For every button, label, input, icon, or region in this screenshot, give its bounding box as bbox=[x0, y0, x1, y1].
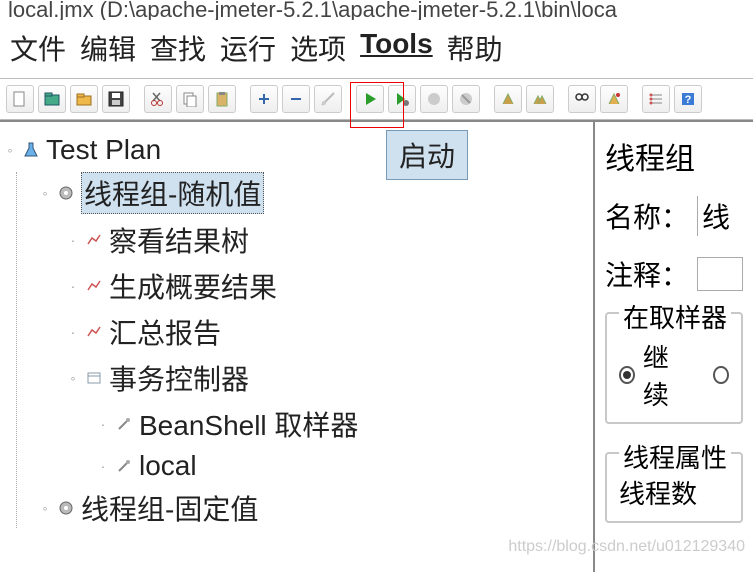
toolbar: ? bbox=[0, 78, 753, 120]
tree-leaf-icon: · bbox=[67, 278, 79, 294]
start-tooltip: 启动 bbox=[386, 130, 468, 180]
search-button[interactable] bbox=[568, 85, 596, 113]
radio-icon bbox=[713, 366, 729, 384]
tree-label: local bbox=[139, 450, 197, 482]
copy-button[interactable] bbox=[176, 85, 204, 113]
name-label: 名称： bbox=[605, 196, 689, 236]
tree-label: 事务控制器 bbox=[109, 358, 249, 398]
tree-pane: ◦ Test Plan ◦ 线程组-随机值 · 察看结果树 · 生成概要结果 · bbox=[0, 122, 595, 572]
expand-button[interactable] bbox=[250, 85, 278, 113]
start-no-pause-button[interactable] bbox=[388, 85, 416, 113]
tree-label: BeanShell 取样器 bbox=[139, 404, 358, 444]
save-button[interactable] bbox=[102, 85, 130, 113]
watermark: https://blog.csdn.net/u012129340 bbox=[508, 538, 745, 556]
tree-leaf-icon: · bbox=[67, 232, 79, 248]
stop-button[interactable] bbox=[420, 85, 448, 113]
menu-tools[interactable]: Tools bbox=[360, 28, 433, 68]
comment-input[interactable] bbox=[697, 257, 743, 291]
tree-toggle-icon[interactable]: ◦ bbox=[39, 185, 51, 201]
menu-bar: 文件 编辑 查找 运行 选项 Tools 帮助 bbox=[0, 20, 753, 78]
radio-icon bbox=[619, 366, 635, 384]
menu-file[interactable]: 文件 bbox=[10, 28, 66, 68]
thread-props-group: 线程属性 线程数 bbox=[605, 452, 743, 523]
new-file-button[interactable] bbox=[6, 85, 34, 113]
tree-label: 生成概要结果 bbox=[109, 266, 277, 306]
shutdown-button[interactable] bbox=[452, 85, 480, 113]
tree-node-thread-group-fixed[interactable]: ◦ 线程组-固定值 bbox=[39, 488, 589, 528]
tree-toggle-icon[interactable]: ◦ bbox=[67, 370, 79, 386]
menu-run[interactable]: 运行 bbox=[220, 28, 276, 68]
tree-node-aggregate-report[interactable]: · 汇总报告 bbox=[67, 312, 589, 352]
flask-icon bbox=[20, 139, 42, 161]
menu-edit[interactable]: 编辑 bbox=[80, 28, 136, 68]
tree-label: Test Plan bbox=[46, 134, 161, 166]
tree-node-local-sampler[interactable]: · local bbox=[97, 450, 589, 482]
tree-label: 汇总报告 bbox=[109, 312, 221, 352]
collapse-button[interactable] bbox=[282, 85, 310, 113]
tree-node-test-plan[interactable]: ◦ Test Plan bbox=[4, 134, 589, 166]
content-area: ◦ Test Plan ◦ 线程组-随机值 · 察看结果树 · 生成概要结果 · bbox=[0, 120, 753, 572]
comment-row: 注释： bbox=[605, 254, 743, 294]
controller-icon bbox=[83, 367, 105, 389]
tree-node-transaction-controller[interactable]: ◦ 事务控制器 bbox=[67, 358, 589, 398]
menu-search[interactable]: 查找 bbox=[150, 28, 206, 68]
sampler-error-group-label: 在取样器 bbox=[619, 298, 731, 335]
gear-icon bbox=[55, 497, 77, 519]
start-button[interactable] bbox=[356, 85, 384, 113]
thread-props-group-label: 线程属性 bbox=[619, 438, 731, 475]
clear-button[interactable] bbox=[494, 85, 522, 113]
tree-node-summary-report[interactable]: · 生成概要结果 bbox=[67, 266, 589, 306]
sampler-icon bbox=[113, 455, 135, 477]
name-value[interactable]: 线 bbox=[697, 196, 730, 236]
tree-toggle-icon[interactable]: ◦ bbox=[4, 142, 16, 158]
open-button[interactable] bbox=[70, 85, 98, 113]
properties-pane: 线程组 名称： 线 注释： 在取样器 继续 线程属性 线程数 bbox=[595, 122, 753, 572]
panel-heading: 线程组 bbox=[605, 134, 743, 178]
paste-button[interactable] bbox=[208, 85, 236, 113]
menu-options[interactable]: 选项 bbox=[290, 28, 346, 68]
tree-leaf-icon: · bbox=[97, 458, 109, 474]
tree-node-thread-group-random[interactable]: ◦ 线程组-随机值 bbox=[39, 172, 589, 214]
tree-node-view-results[interactable]: · 察看结果树 bbox=[67, 220, 589, 260]
open-templates-button[interactable] bbox=[38, 85, 66, 113]
chart-icon bbox=[83, 275, 105, 297]
continue-label: 继续 bbox=[643, 338, 687, 412]
svg-text:?: ? bbox=[685, 94, 692, 106]
tree-node-beanshell-sampler[interactable]: · BeanShell 取样器 bbox=[97, 404, 589, 444]
tree-label: 线程组-随机值 bbox=[81, 172, 264, 214]
toggle-button[interactable] bbox=[314, 85, 342, 113]
name-row: 名称： 线 bbox=[605, 196, 743, 236]
tree-toggle-icon[interactable]: ◦ bbox=[39, 500, 51, 516]
continue-option[interactable]: 继续 bbox=[619, 338, 729, 412]
comment-label: 注释： bbox=[605, 254, 689, 294]
help-button[interactable]: ? bbox=[674, 85, 702, 113]
tree-leaf-icon: · bbox=[67, 324, 79, 340]
thread-count-label: 线程数 bbox=[619, 474, 729, 511]
function-helper-button[interactable] bbox=[642, 85, 670, 113]
tree-leaf-icon: · bbox=[97, 416, 109, 432]
cut-button[interactable] bbox=[144, 85, 172, 113]
chart-icon bbox=[83, 321, 105, 343]
tree-label: 察看结果树 bbox=[109, 220, 249, 260]
reset-search-button[interactable] bbox=[600, 85, 628, 113]
sampler-error-group: 在取样器 继续 bbox=[605, 312, 743, 424]
window-title: local.jmx (D:\apache-jmeter-5.2.1\apache… bbox=[0, 0, 753, 20]
chart-icon bbox=[83, 229, 105, 251]
gear-icon bbox=[55, 182, 77, 204]
clear-all-button[interactable] bbox=[526, 85, 554, 113]
menu-help[interactable]: 帮助 bbox=[447, 28, 503, 68]
tree-label: 线程组-固定值 bbox=[81, 488, 258, 528]
sampler-icon bbox=[113, 413, 135, 435]
